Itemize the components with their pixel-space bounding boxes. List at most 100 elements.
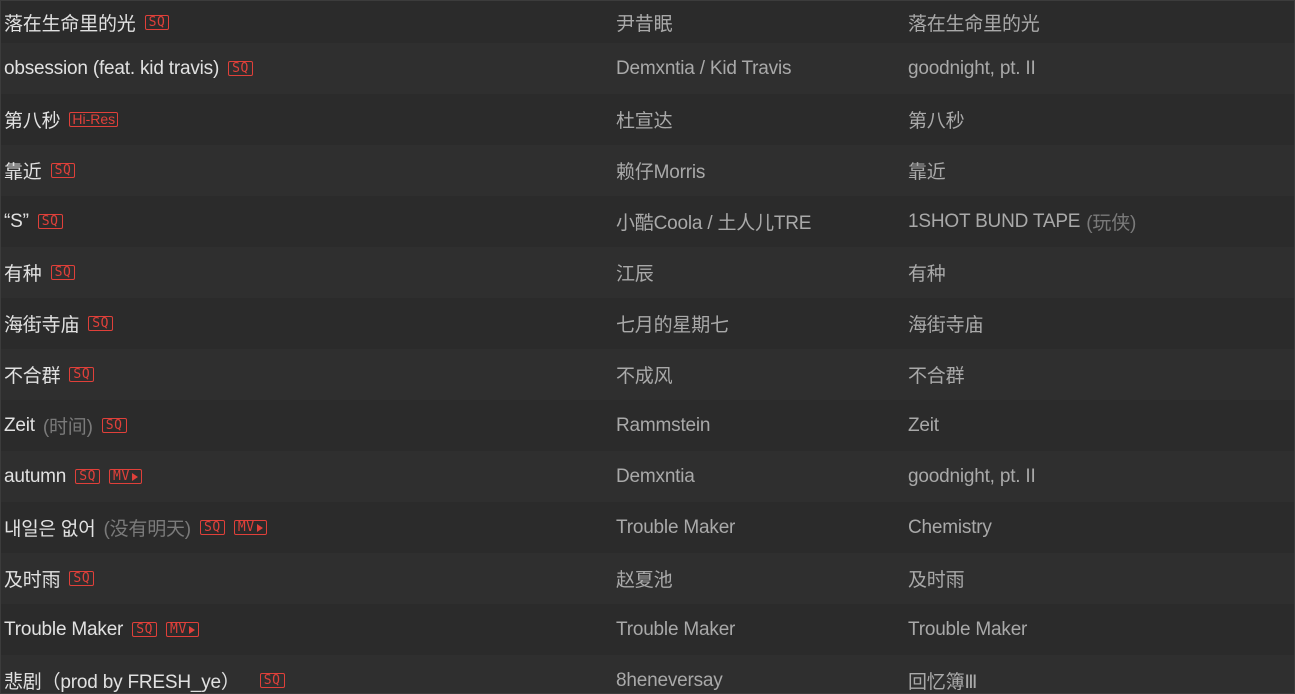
play-icon [256,523,263,532]
mv-badge[interactable]: MV [166,622,199,637]
artist-link[interactable]: 不成风 [616,349,673,400]
album-link[interactable]: 落在生命里的光 [908,1,1040,43]
sq-badge: SQ [132,622,158,637]
song-title-cell[interactable]: autumn SQ MV [4,451,142,502]
album-name: 1SHOT BUND TAPE [908,210,1081,232]
song-row[interactable]: “S” SQ 小酷Coola / 土人儿TRE 1SHOT BUND TAPE (玩侠) [1,196,1294,247]
song-title: Trouble Maker [4,618,124,640]
sq-badge: SQ [144,14,170,30]
song-title: autumn [4,465,67,487]
song-title: 悲剧（prod by FRESH_ye） [4,672,240,693]
artist-link[interactable]: 杜宣达 [616,94,673,145]
song-title-cell[interactable]: 내일은 없어 (没有明天) SQ MV [4,502,267,553]
album-name: Chemistry [908,516,992,538]
song-row[interactable]: 落在生命里的光 SQ 尹昔眠 落在生命里的光 [1,1,1294,43]
sq-badge: SQ [88,316,114,331]
sq-badge: SQ [50,163,76,178]
song-row[interactable]: 及时雨 SQ 赵夏池 及时雨 [1,553,1294,604]
album-alias: (玩侠) [1086,213,1137,234]
album-name: 不合群 [908,366,965,387]
song-row[interactable]: Zeit (时间) SQ Rammstein Zeit [1,400,1294,451]
song-row[interactable]: 내일은 없어 (没有明天) SQ MV Trouble Maker Chemistry [1,502,1294,553]
song-row[interactable]: 靠近 SQ 赖仔Morris 靠近 [1,145,1294,196]
song-title: 第八秒 [4,111,61,132]
sq-badge: SQ [101,418,127,433]
sq-badge: SQ [50,265,76,280]
song-title-cell[interactable]: 及时雨 SQ [4,553,95,604]
artist-link[interactable]: Demxntia / Kid Travis [616,43,792,94]
song-title: 及时雨 [4,570,61,591]
song-row[interactable]: 海街寺庙 SQ 七月的星期七 海街寺庙 [1,298,1294,349]
song-title-cell[interactable]: 落在生命里的光 SQ [4,1,170,43]
song-row[interactable]: 第八秒 Hi-Res 杜宣达 第八秒 [1,94,1294,145]
hi-res-badge: Hi-Res [69,112,119,127]
song-title-cell[interactable]: Trouble Maker SQ MV [4,604,199,655]
artist-link[interactable]: Trouble Maker [616,502,735,553]
song-row[interactable]: 悲剧（prod by FRESH_ye） SQ 8heneversay 回忆簿Ⅲ [1,655,1294,693]
album-link[interactable]: 不合群 [908,349,965,400]
mv-badge-label: MV [113,469,130,484]
artist-link[interactable]: 8heneversay [616,655,723,693]
album-name: Zeit [908,414,939,436]
song-list: 落在生命里的光 SQ 尹昔眠 落在生命里的光 obsession (feat. kid … [0,0,1295,694]
song-title-cell[interactable]: 靠近 SQ [4,145,76,196]
album-name: 靠近 [908,162,946,183]
sq-badge: SQ [69,571,95,586]
artist-link[interactable]: Trouble Maker [616,604,735,655]
song-row[interactable]: 不合群 SQ 不成风 不合群 [1,349,1294,400]
album-link[interactable]: Chemistry [908,502,992,553]
artist-link[interactable]: 赵夏池 [616,553,673,604]
song-row[interactable]: autumn SQ MV Demxntia goodnight, pt. II [1,451,1294,502]
song-row[interactable]: 有种 SQ 江辰 有种 [1,247,1294,298]
album-link[interactable]: goodnight, pt. II [908,451,1036,502]
album-link[interactable]: 及时雨 [908,553,965,604]
album-name: Trouble Maker [908,618,1028,640]
play-icon [188,625,195,634]
sq-badge: SQ [199,520,225,535]
artist-link[interactable]: 尹昔眠 [616,1,673,43]
song-alias: (时间) [42,417,93,438]
sq-badge: SQ [259,673,285,688]
song-title-cell[interactable]: 悲剧（prod by FRESH_ye） SQ [4,655,285,693]
artist-link[interactable]: 江辰 [616,247,654,298]
album-name: goodnight, pt. II [908,57,1036,79]
song-alias: (没有明天) [103,519,191,540]
song-title-cell[interactable]: 第八秒 Hi-Res [4,94,119,145]
artist-link[interactable]: 七月的星期七 [616,298,729,349]
album-link[interactable]: 靠近 [908,145,946,196]
song-title-cell[interactable]: 海街寺庙 SQ [4,298,114,349]
song-title: 내일은 없어 [4,519,96,540]
song-title: 有种 [4,264,42,285]
song-title-cell[interactable]: Zeit (时间) SQ [4,400,127,451]
song-title-cell[interactable]: obsession (feat. kid travis) SQ [4,43,253,94]
song-title: 落在生命里的光 [4,13,136,35]
song-title: 靠近 [4,162,42,183]
album-name: 落在生命里的光 [908,13,1040,35]
album-name: 及时雨 [908,570,965,591]
album-name: 海街寺庙 [908,315,984,336]
song-title: Zeit [4,414,35,436]
artist-link[interactable]: 小酷Coola / 土人儿TRE [616,196,811,247]
song-row[interactable]: Trouble Maker SQ MV Trouble Maker Trouble Ma… [1,604,1294,655]
album-link[interactable]: 有种 [908,247,946,298]
play-icon [131,472,138,481]
artist-link[interactable]: Demxntia [616,451,695,502]
album-link[interactable]: 第八秒 [908,94,965,145]
mv-badge[interactable]: MV [109,469,142,484]
song-title-cell[interactable]: 不合群 SQ [4,349,95,400]
album-link[interactable]: Zeit [908,400,939,451]
album-link[interactable]: 回忆簿Ⅲ [908,655,978,693]
album-link[interactable]: 海街寺庙 [908,298,983,349]
artist-link[interactable]: Rammstein [616,400,710,451]
mv-badge[interactable]: MV [233,520,267,535]
mv-badge-label: MV [170,622,187,637]
artist-link[interactable]: 赖仔Morris [616,145,705,196]
album-link[interactable]: Trouble Maker [908,604,1027,655]
song-title-cell[interactable]: “S” SQ [4,196,63,247]
song-title-cell[interactable]: 有种 SQ [4,247,76,298]
song-title: 海街寺庙 [4,315,80,336]
mv-badge-label: MV [237,520,255,535]
song-row[interactable]: obsession (feat. kid travis) SQ Demxntia /… [1,43,1294,94]
album-link[interactable]: goodnight, pt. II [908,43,1036,94]
album-link[interactable]: 1SHOT BUND TAPE (玩侠) [908,196,1136,247]
